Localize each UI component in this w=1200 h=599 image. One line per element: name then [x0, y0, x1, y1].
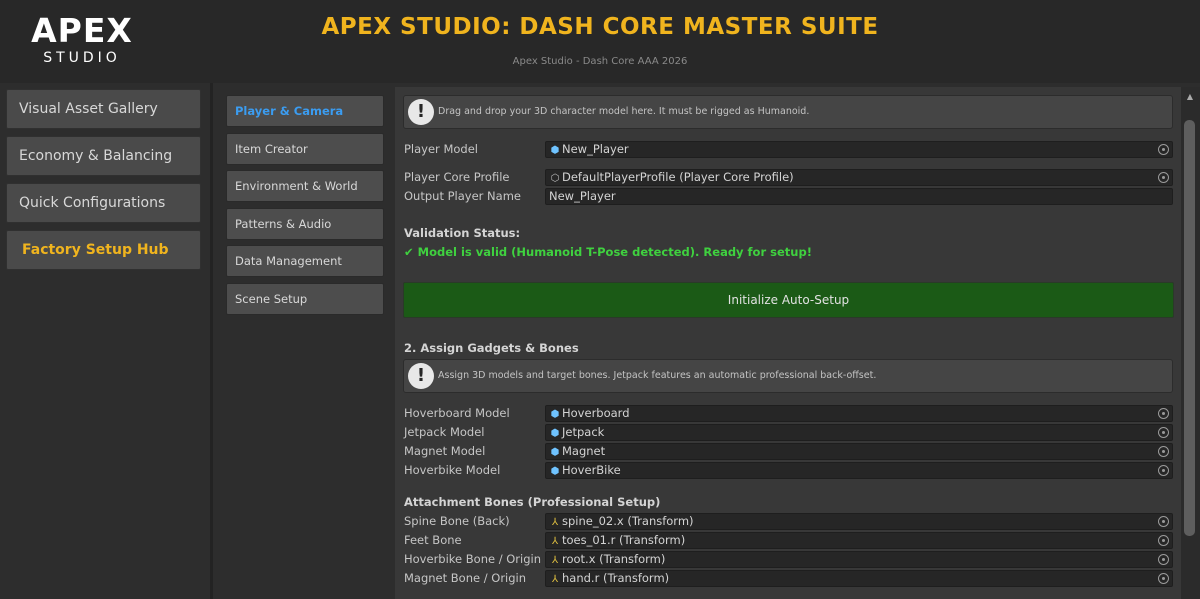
feet-bone-field[interactable]: ⅄ toes_01.r (Transform) [545, 532, 1173, 549]
output-player-name-input[interactable]: New_Player [545, 188, 1173, 205]
object-picker-icon[interactable] [1158, 172, 1169, 183]
hoverbike-bone-value: root.x (Transform) [562, 552, 666, 566]
spine-bone-label: Spine Bone (Back) [404, 514, 510, 528]
sidebar-item-visual-asset-gallery[interactable]: Visual Asset Gallery [6, 89, 201, 129]
cube-icon: ⬢ [550, 409, 560, 420]
jetpack-model-label: Jetpack Model [404, 425, 485, 439]
header: APEX STUDIO APEX STUDIO: DASH CORE MASTE… [0, 0, 1200, 83]
player-core-profile-label: Player Core Profile [404, 170, 510, 184]
category-list: Player & Camera Item Creator Environment… [213, 83, 392, 599]
apex-logo: APEX STUDIO [22, 11, 142, 67]
spine-bone-value: spine_02.x (Transform) [562, 514, 694, 528]
hoverbike-model-label: Hoverbike Model [404, 463, 501, 477]
hoverbike-bone-label: Hoverbike Bone / Origin [404, 552, 542, 566]
transform-icon: ⅄ [551, 574, 559, 585]
tab-scene-setup[interactable]: Scene Setup [226, 283, 384, 315]
output-player-name-label: Output Player Name [404, 189, 521, 203]
logo-sub-text: STUDIO [43, 50, 121, 66]
scroll-up-arrow-icon[interactable]: ▲ [1183, 92, 1197, 102]
cube-icon: ⬢ [550, 466, 560, 477]
attachment-bones-title: Attachment Bones (Professional Setup) [404, 495, 661, 509]
transform-icon: ⅄ [551, 536, 559, 547]
logo-main-text: APEX [31, 11, 133, 50]
page-subtitle: Apex Studio - Dash Core AAA 2026 [512, 56, 688, 67]
scrollbar-thumb[interactable] [1184, 120, 1195, 536]
section-assign-gadgets-title: 2. Assign Gadgets & Bones [404, 341, 579, 355]
tab-environment-world[interactable]: Environment & World [226, 170, 384, 202]
magnet-model-value: Magnet [562, 444, 606, 458]
cube-icon: ⬢ [550, 145, 560, 156]
object-picker-icon[interactable] [1158, 446, 1169, 457]
hoverbike-model-field[interactable]: ⬢ HoverBike [545, 462, 1173, 479]
transform-icon: ⅄ [551, 517, 559, 528]
jetpack-model-field[interactable]: ⬢ Jetpack [545, 424, 1173, 441]
initialize-auto-setup-button[interactable]: Initialize Auto-Setup [403, 282, 1174, 318]
magnet-model-label: Magnet Model [404, 444, 486, 458]
hoverbike-model-value: HoverBike [562, 463, 621, 477]
player-model-field[interactable]: ⬢ New_Player [545, 141, 1173, 158]
jetpack-model-value: Jetpack [562, 425, 605, 439]
sidebar: Visual Asset Gallery Economy & Balancing… [0, 83, 208, 599]
object-picker-icon[interactable] [1158, 573, 1169, 584]
object-picker-icon[interactable] [1158, 427, 1169, 438]
validation-status-title: Validation Status: [404, 226, 521, 240]
help-text-gadgets: Assign 3D models and target bones. Jetpa… [438, 370, 877, 381]
feet-bone-label: Feet Bone [404, 533, 462, 547]
cube-icon: ⬢ [550, 447, 560, 458]
cube-icon: ⬢ [550, 428, 560, 439]
object-picker-icon[interactable] [1158, 408, 1169, 419]
object-picker-icon[interactable] [1158, 516, 1169, 527]
player-model-label: Player Model [404, 142, 478, 156]
transform-icon: ⅄ [551, 555, 559, 566]
tab-player-camera[interactable]: Player & Camera [226, 95, 384, 127]
sidebar-item-quick-configurations[interactable]: Quick Configurations [6, 183, 201, 223]
hoverboard-model-field[interactable]: ⬢ Hoverboard [545, 405, 1173, 422]
object-picker-icon[interactable] [1158, 465, 1169, 476]
page-title: APEX STUDIO: DASH CORE MASTER SUITE [321, 14, 879, 40]
magnet-bone-field[interactable]: ⅄ hand.r (Transform) [545, 570, 1173, 587]
hoverbike-bone-field[interactable]: ⅄ root.x (Transform) [545, 551, 1173, 568]
object-picker-icon[interactable] [1158, 554, 1169, 565]
feet-bone-value: toes_01.r (Transform) [562, 533, 686, 547]
tab-data-management[interactable]: Data Management [226, 245, 384, 277]
player-core-profile-field[interactable]: ⬡ DefaultPlayerProfile (Player Core Profi… [545, 169, 1173, 186]
spine-bone-field[interactable]: ⅄ spine_02.x (Transform) [545, 513, 1173, 530]
object-picker-icon[interactable] [1158, 144, 1169, 155]
player-core-profile-value: DefaultPlayerProfile (Player Core Profil… [562, 170, 794, 184]
hoverboard-model-label: Hoverboard Model [404, 406, 510, 420]
object-picker-icon[interactable] [1158, 535, 1169, 546]
sidebar-item-economy-balancing[interactable]: Economy & Balancing [6, 136, 201, 176]
help-box-gadgets: ! Assign 3D models and target bones. Jet… [403, 359, 1173, 393]
player-model-value: New_Player [562, 142, 629, 156]
scriptable-object-icon: ⬡ [550, 173, 560, 184]
exclamation-icon: ! [408, 99, 434, 125]
hoverboard-model-value: Hoverboard [562, 406, 630, 420]
magnet-bone-value: hand.r (Transform) [562, 571, 670, 585]
main-panel: ! Drag and drop your 3D character model … [395, 87, 1181, 599]
magnet-bone-label: Magnet Bone / Origin [404, 571, 527, 585]
tab-item-creator[interactable]: Item Creator [226, 133, 384, 165]
magnet-model-field[interactable]: ⬢ Magnet [545, 443, 1173, 460]
validation-message: ✔ Model is valid (Humanoid T-Pose detect… [404, 245, 812, 259]
help-text-model: Drag and drop your 3D character model he… [438, 106, 810, 117]
tab-patterns-audio[interactable]: Patterns & Audio [226, 208, 384, 240]
exclamation-icon: ! [408, 363, 434, 389]
help-box-model: ! Drag and drop your 3D character model … [403, 95, 1173, 129]
sidebar-item-factory-setup-hub[interactable]: Factory Setup Hub [6, 230, 201, 270]
